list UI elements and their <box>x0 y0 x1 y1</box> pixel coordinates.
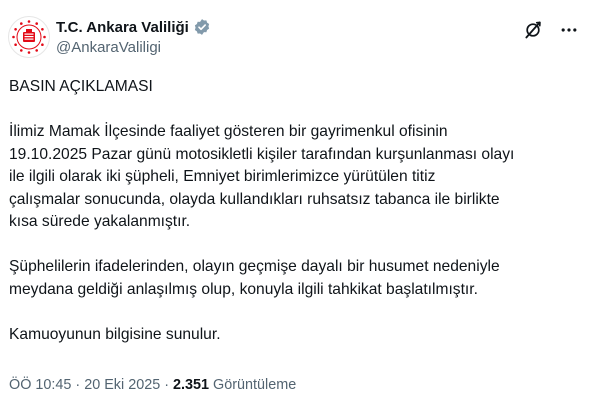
paragraph-2-line: meydana geldiği anlaşılmış olup, konuyla… <box>9 280 478 298</box>
views-count: 2.351 <box>173 377 210 393</box>
paragraph-1-line: ile ilgili olarak iki şüpheli, Emniyet b… <box>9 168 436 185</box>
meta-separator: · <box>75 377 81 393</box>
author-display-name[interactable]: T.C. Ankara Valiliği <box>56 19 189 36</box>
more-options-icon <box>561 28 577 32</box>
paragraph-2-line: Şüphelilerin ifadelerinden, olayın geçmi… <box>9 258 500 275</box>
tweet-paragraph-2: Şüphelilerin ifadelerinden, olayın geçmi… <box>9 256 585 301</box>
grok-button[interactable] <box>521 18 545 42</box>
author-block: T.C. Ankara Valiliği @AnkaraValiligi <box>56 17 211 56</box>
tweet-card: T.C. Ankara Valiliği @AnkaraValiligi BAS… <box>0 0 593 402</box>
tweet-meta: ÖÖ 10:45 · 20 Eki 2025 · 2.351 Görüntüle… <box>9 377 296 393</box>
meta-separator: · <box>164 377 170 393</box>
paragraph-1-line: çalışmalar sonucunda, olayda kullandıkla… <box>9 190 500 208</box>
tweet-date[interactable]: 20 Eki 2025 <box>84 377 160 393</box>
header-actions <box>509 18 581 42</box>
tweet-header: T.C. Ankara Valiliği @AnkaraValiligi <box>8 16 585 64</box>
author-handle[interactable]: @AnkaraValiligi <box>56 39 211 56</box>
avatar[interactable] <box>8 16 50 58</box>
tweet-paragraph-1: İlimiz Mamak İlçesinde faaliyet gösteren… <box>9 121 585 234</box>
grok-icon <box>525 21 541 39</box>
tweet-heading: BASIN AÇIKLAMASI <box>9 78 153 95</box>
valilik-emblem-icon <box>10 18 48 56</box>
paragraph-1-line: İlimiz Mamak İlçesinde faaliyet gösteren… <box>9 123 448 140</box>
tweet-text: BASIN AÇIKLAMASI İlimiz Mamak İlçesinde … <box>9 76 585 369</box>
tweet-time[interactable]: ÖÖ 10:45 <box>9 377 71 393</box>
paragraph-1-line: 19.10.2025 Pazar günü motosikletli kişil… <box>9 145 515 163</box>
verified-badge-icon[interactable] <box>193 18 211 36</box>
tweet-paragraph-3: Kamuoyunun bilgisine sunulur. <box>9 325 221 343</box>
display-name-row: T.C. Ankara Valiliği <box>56 17 211 37</box>
paragraph-1-line: kısa sürede yakalanmıştır. <box>9 213 191 230</box>
more-options-button[interactable] <box>557 18 581 42</box>
views-label[interactable]: Görüntüleme <box>213 377 296 393</box>
